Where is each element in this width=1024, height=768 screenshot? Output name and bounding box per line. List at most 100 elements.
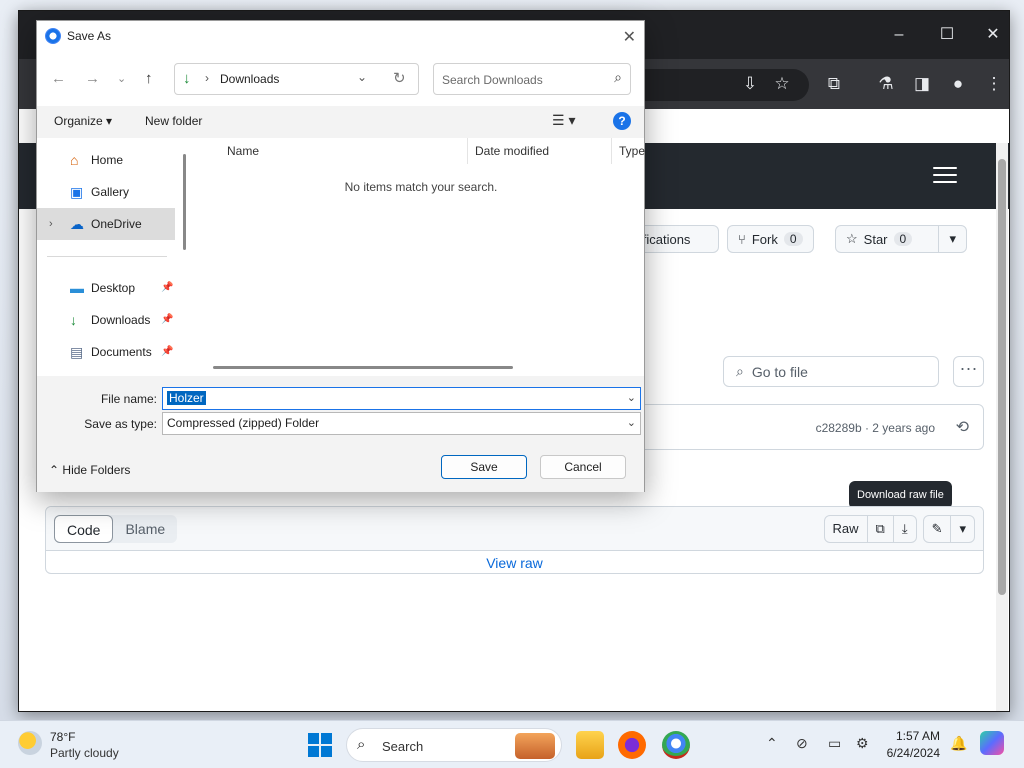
file-explorer-icon[interactable] (576, 731, 604, 759)
up-arrow-icon[interactable]: ↑ (145, 70, 153, 87)
column-divider[interactable] (611, 138, 612, 164)
search-downloads-input[interactable]: Search Downloads ⌕ (433, 63, 631, 95)
empty-state-message: No items match your search. (344, 180, 498, 194)
show-hidden-icons-chevron-icon[interactable]: ⌃ (766, 735, 778, 752)
file-header: Code Blame Raw ⧉ ⤓ ✎ ▾ (46, 507, 983, 551)
chevron-up-icon: ⌃ (49, 463, 60, 477)
bookmark-star-icon[interactable]: ☆ (771, 73, 793, 95)
nav-item-label: Documents (91, 345, 152, 359)
nav-item-gallery[interactable]: ▣ Gallery (37, 176, 175, 208)
column-header-name[interactable]: Name (227, 144, 259, 158)
download-raw-icon[interactable]: ⤓ (894, 516, 916, 542)
side-panel-icon[interactable]: ◨ (911, 73, 933, 95)
minimize-icon[interactable]: – (889, 25, 909, 45)
nav-item-downloads[interactable]: ↓ Downloads 📌 (37, 304, 175, 336)
tab-blame[interactable]: Blame (113, 515, 177, 543)
labs-icon[interactable]: ⚗ (875, 73, 897, 95)
save-type-select[interactable]: Compressed (zipped) Folder ⌄ (162, 412, 641, 435)
organize-button[interactable]: Organize ▾ (54, 114, 112, 128)
hamburger-menu-icon[interactable] (933, 167, 957, 185)
star-count: 0 (893, 232, 913, 246)
scroll-thumb[interactable] (998, 159, 1006, 595)
nav-item-home[interactable]: ⌂ Home (37, 144, 175, 176)
column-header-type[interactable]: Type (619, 144, 645, 158)
edit-dropdown-icon[interactable]: ▾ (951, 516, 974, 542)
notifications-bell-icon[interactable]: 🔔 (950, 735, 967, 752)
fork-button[interactable]: ⑂ Fork 0 (727, 225, 814, 253)
pin-icon: 📌 (161, 314, 174, 325)
nav-pane-scrollbar[interactable] (183, 154, 186, 250)
column-header-date-modified[interactable]: Date modified (475, 144, 549, 158)
gallery-icon: ▣ (70, 184, 84, 200)
help-icon[interactable]: ? (613, 112, 631, 130)
chrome-taskbar-icon[interactable] (662, 731, 690, 759)
raw-button[interactable]: Raw (825, 516, 868, 542)
start-button[interactable] (308, 733, 332, 757)
tab-code[interactable]: Code (54, 515, 114, 543)
file-viewer: Code Blame Raw ⧉ ⤓ ✎ ▾ View raw (45, 506, 984, 574)
search-icon: ⌕ (736, 363, 744, 379)
commit-meta[interactable]: c28289b · 2 years ago (816, 421, 935, 435)
copy-raw-icon[interactable]: ⧉ (868, 516, 894, 542)
maximize-icon[interactable]: ☐ (937, 25, 957, 45)
save-button[interactable]: Save (441, 455, 527, 479)
file-name-dropdown-icon[interactable]: ⌄ (627, 388, 636, 409)
copilot-icon[interactable] (980, 731, 1004, 755)
nav-item-onedrive[interactable]: › ☁ OneDrive (37, 208, 175, 240)
firefox-icon[interactable] (618, 731, 646, 759)
close-icon[interactable]: ✕ (983, 25, 1003, 45)
weather-temperature[interactable]: 78°F (50, 730, 75, 744)
clock-time[interactable]: 1:57 AM (880, 729, 940, 743)
pin-icon: 📌 (161, 282, 174, 293)
nav-divider (47, 256, 167, 257)
clock-date[interactable]: 6/24/2024 (880, 746, 940, 760)
forward-arrow-icon[interactable]: → (85, 70, 100, 87)
cancel-button[interactable]: Cancel (540, 455, 626, 479)
file-name-value: Holzer (167, 391, 206, 405)
address-bar[interactable]: ↓ › Downloads ⌄ ↻ (174, 63, 419, 95)
recent-locations-chevron-icon[interactable]: ⌄ (117, 72, 126, 85)
taskbar: 78°F Partly cloudy ⌕ Search ⌃ ⊘ ▭ ⚙ 1:57… (0, 720, 1024, 768)
address-dropdown-icon[interactable]: ⌄ (357, 70, 367, 84)
go-to-file-input[interactable]: ⌕ Go to file (723, 356, 939, 387)
page-scrollbar[interactable] (996, 143, 1008, 711)
onedrive-icon: ☁ (70, 216, 84, 232)
star-dropdown-icon[interactable]: ▾ (938, 226, 966, 252)
save-type-dropdown-icon[interactable]: ⌄ (627, 413, 636, 434)
raw-copy-download-group: Raw ⧉ ⤓ (823, 515, 917, 543)
settings-tray-icon[interactable]: ⚙ (856, 735, 869, 752)
history-icon[interactable]: ⟲ (956, 417, 969, 437)
profile-avatar-icon[interactable]: ● (947, 73, 969, 95)
weather-icon[interactable] (18, 731, 42, 755)
network-icon[interactable]: ⊘ (796, 735, 808, 752)
more-options-button[interactable]: ··· (953, 356, 984, 387)
dialog-body: ⌂ Home ▣ Gallery › ☁ OneDrive ▬ Desktop … (37, 138, 645, 376)
display-icon[interactable]: ▭ (828, 735, 841, 752)
save-type-value: Compressed (zipped) Folder (167, 416, 320, 430)
horizontal-scrollbar[interactable] (213, 366, 513, 369)
file-name-label: File name: (100, 392, 157, 406)
star-icon: ☆ (846, 231, 858, 246)
new-folder-button[interactable]: New folder (145, 114, 202, 128)
address-text: Downloads (220, 72, 280, 86)
extensions-icon[interactable]: ⧉ (823, 73, 845, 95)
save-type-label: Save as type: (84, 417, 157, 431)
downloads-icon: ↓ (183, 70, 191, 87)
view-raw-link[interactable]: View raw (46, 555, 983, 571)
hide-folders-button[interactable]: ⌃ Hide Folders (49, 463, 130, 477)
nav-item-desktop[interactable]: ▬ Desktop 📌 (37, 272, 175, 304)
dialog-close-icon[interactable]: ✕ (623, 27, 636, 47)
nav-item-documents[interactable]: ▤ Documents 📌 (37, 336, 175, 368)
install-app-icon[interactable]: ⇩ (739, 73, 761, 95)
star-button[interactable]: ☆ Star 0 ▾ (835, 225, 967, 253)
menu-kebab-icon[interactable]: ⋮ (983, 73, 1005, 95)
column-divider[interactable] (467, 138, 468, 164)
taskbar-search[interactable]: ⌕ Search (346, 728, 562, 762)
expand-chevron-icon[interactable]: › (49, 208, 53, 240)
back-arrow-icon[interactable]: ← (51, 70, 66, 87)
view-options-icon[interactable]: ☰ ▾ (552, 112, 575, 129)
weather-condition[interactable]: Partly cloudy (50, 746, 119, 760)
refresh-icon[interactable]: ↻ (393, 69, 406, 87)
edit-pencil-icon[interactable]: ✎ (924, 516, 952, 542)
file-name-input[interactable]: Holzer ⌄ (162, 387, 641, 410)
